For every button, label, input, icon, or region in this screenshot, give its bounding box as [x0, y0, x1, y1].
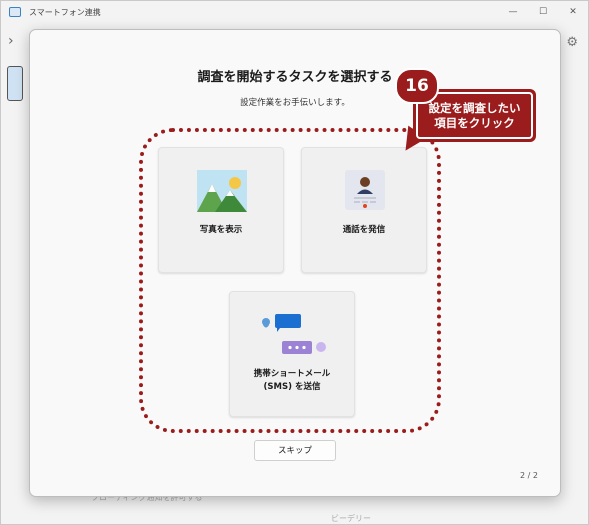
maximize-button[interactable]: ☐ — [528, 1, 558, 23]
step-number-badge: 16 — [395, 68, 439, 104]
phone-link-app-icon — [9, 7, 21, 17]
titlebar: スマートフォン連携 — ☐ ✕ — [1, 1, 588, 23]
skip-button[interactable]: スキップ — [254, 440, 336, 461]
dialog-title: 調査を開始するタスクを選択する — [197, 70, 393, 85]
background-label-text: ビーデリー — [331, 514, 371, 523]
app-title: スマートフォン連携 — [29, 7, 101, 17]
callout-line2: 項目をクリック — [434, 115, 515, 130]
callout-line1: 設定を調査したい — [428, 100, 521, 115]
minimize-button[interactable]: — — [498, 1, 528, 23]
gear-icon[interactable]: ⚙ — [566, 35, 578, 50]
annotation-dotted-outline — [139, 128, 441, 433]
window-controls: — ☐ ✕ — [498, 1, 588, 23]
phone-thumbnail[interactable] — [7, 66, 23, 101]
close-button[interactable]: ✕ — [558, 1, 588, 23]
chevron-right-icon[interactable]: › — [8, 33, 14, 49]
page-indicator: 2 / 2 — [520, 471, 538, 480]
